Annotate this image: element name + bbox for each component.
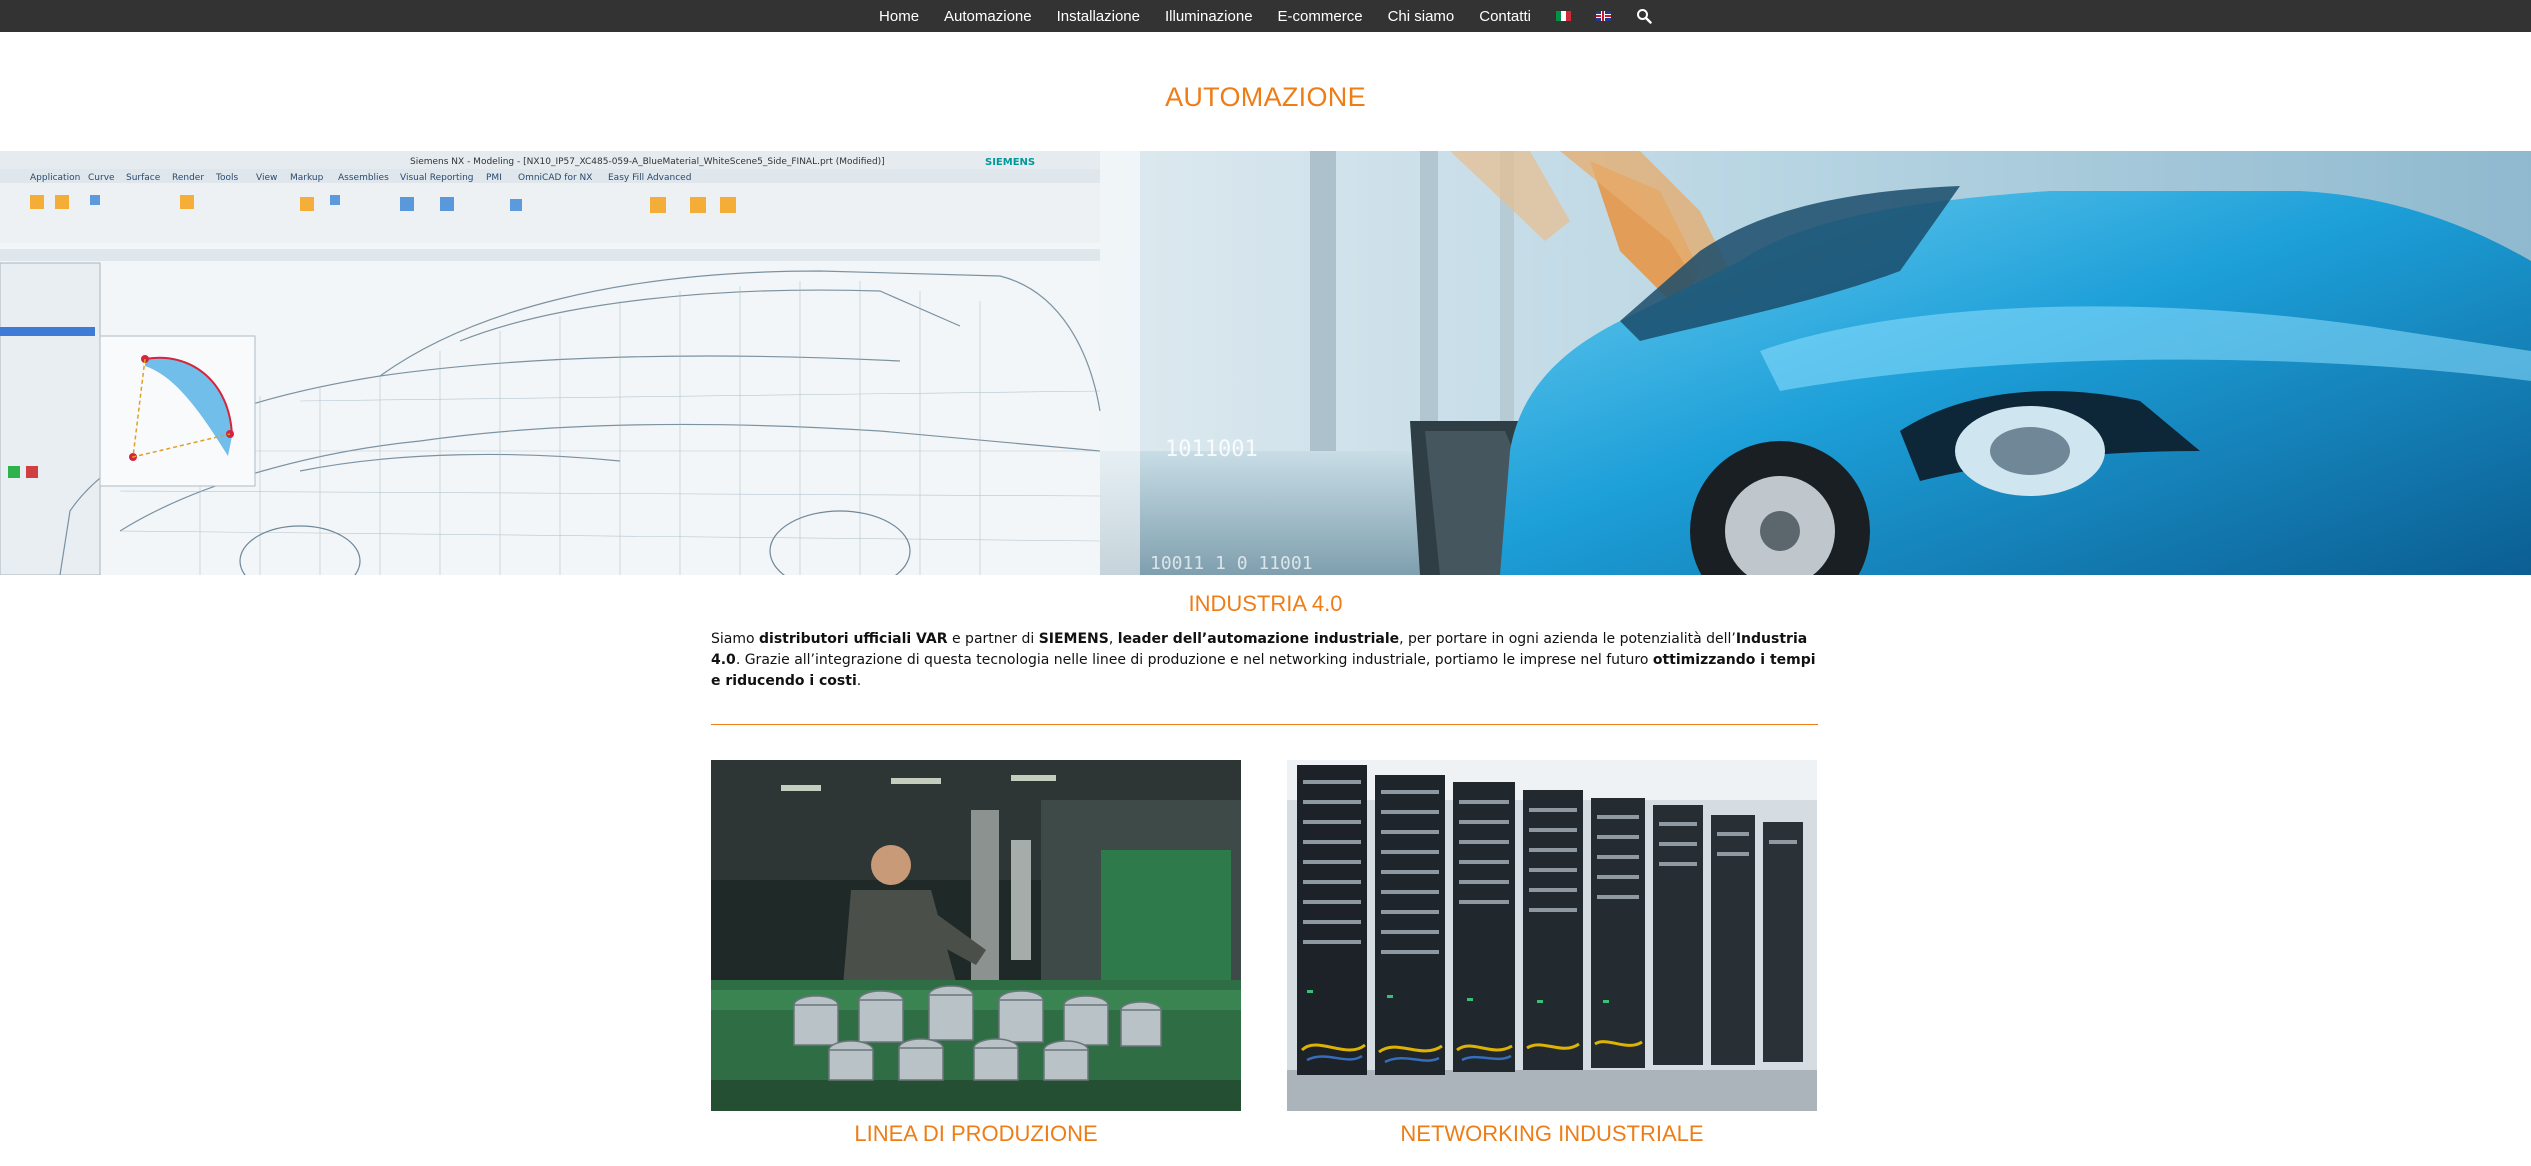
intro-text-5: . Grazie all’integrazione di questa tecn…: [735, 652, 1653, 668]
nav-item-contatti[interactable]: Contatti: [1479, 8, 1531, 25]
nav-item-installazione[interactable]: Installazione: [1057, 8, 1140, 25]
nav-item-illuminazione[interactable]: Illuminazione: [1165, 8, 1253, 25]
siemens-brand-text: SIEMENS: [985, 157, 1035, 168]
hero-banner: 1011001 10011 1 0 11001 Siemens NX - Mod…: [0, 151, 2531, 575]
cad-menu-render: Render: [172, 173, 204, 183]
main-menu: Home Automazione Installazione Illuminaz…: [879, 8, 1652, 25]
intro-bold-3: leader dell’automazione industriale: [1117, 631, 1400, 647]
cad-menu-visual-reporting: Visual Reporting: [400, 173, 473, 183]
cad-menu-markup: Markup: [290, 173, 324, 183]
cad-menu-assemblies: Assemblies: [338, 173, 389, 183]
intro-text-1: Siamo: [711, 631, 760, 647]
section-divider: [711, 724, 1818, 725]
networking-image[interactable]: [1287, 760, 1817, 1111]
section-title-industria: INDUSTRIA 4.0: [1188, 591, 1343, 616]
binary-text-1: 1011001: [1165, 437, 1258, 462]
nav-item-automazione[interactable]: Automazione: [944, 8, 1032, 25]
intro-bold-2: SIEMENS: [1038, 631, 1109, 647]
production-line-image[interactable]: [711, 760, 1241, 1111]
card-title-production-line[interactable]: LINEA DI PRODUZIONE: [711, 1121, 1241, 1147]
production-line-illustration: [711, 760, 1241, 1111]
cad-menu-easy-fill: Easy Fill Advanced: [608, 173, 691, 183]
hero-illustration: 1011001 10011 1 0 11001 Siemens NX - Mod…: [0, 151, 2531, 575]
binary-text-2: 10011 1 0 11001: [1150, 553, 1313, 574]
nav-item-e-commerce[interactable]: E-commerce: [1278, 8, 1363, 25]
intro-text-6: .: [856, 673, 862, 689]
intro-text-3: ,: [1108, 631, 1118, 647]
nav-item-chi-siamo[interactable]: Chi siamo: [1388, 8, 1455, 25]
page-title: AUTOMAZIONE: [1165, 82, 1366, 112]
intro-text-4: , per portare in ogni azienda le potenzi…: [1399, 631, 1736, 647]
cad-window-title: Siemens NX - Modeling - [NX10_IP57_XC485…: [410, 157, 885, 167]
cad-menu-application: Application: [30, 173, 80, 183]
cad-menu-view: View: [256, 173, 277, 183]
intro-paragraph: Siamo distributori ufficiali VAR e partn…: [711, 629, 1818, 692]
cad-menu-curve: Curve: [88, 173, 115, 183]
cad-menu-surface: Surface: [126, 173, 161, 183]
server-racks-illustration: [1287, 760, 1817, 1111]
italian-flag-icon[interactable]: [1555, 11, 1571, 21]
cad-menu-omnicad: OmniCAD for NX: [518, 173, 592, 183]
top-navigation-bar: Home Automazione Installazione Illuminaz…: [0, 0, 2531, 32]
cad-menu-tools: Tools: [215, 173, 238, 183]
card-title-networking[interactable]: NETWORKING INDUSTRIALE: [1287, 1121, 1817, 1147]
nav-item-home[interactable]: Home: [879, 8, 919, 25]
english-flag-icon[interactable]: [1595, 11, 1611, 21]
cad-menu-pmi: PMI: [486, 173, 502, 183]
intro-text-2: e partner di: [947, 631, 1039, 647]
intro-bold-1: distributori ufficiali VAR: [759, 631, 948, 647]
search-icon[interactable]: [1636, 8, 1652, 24]
